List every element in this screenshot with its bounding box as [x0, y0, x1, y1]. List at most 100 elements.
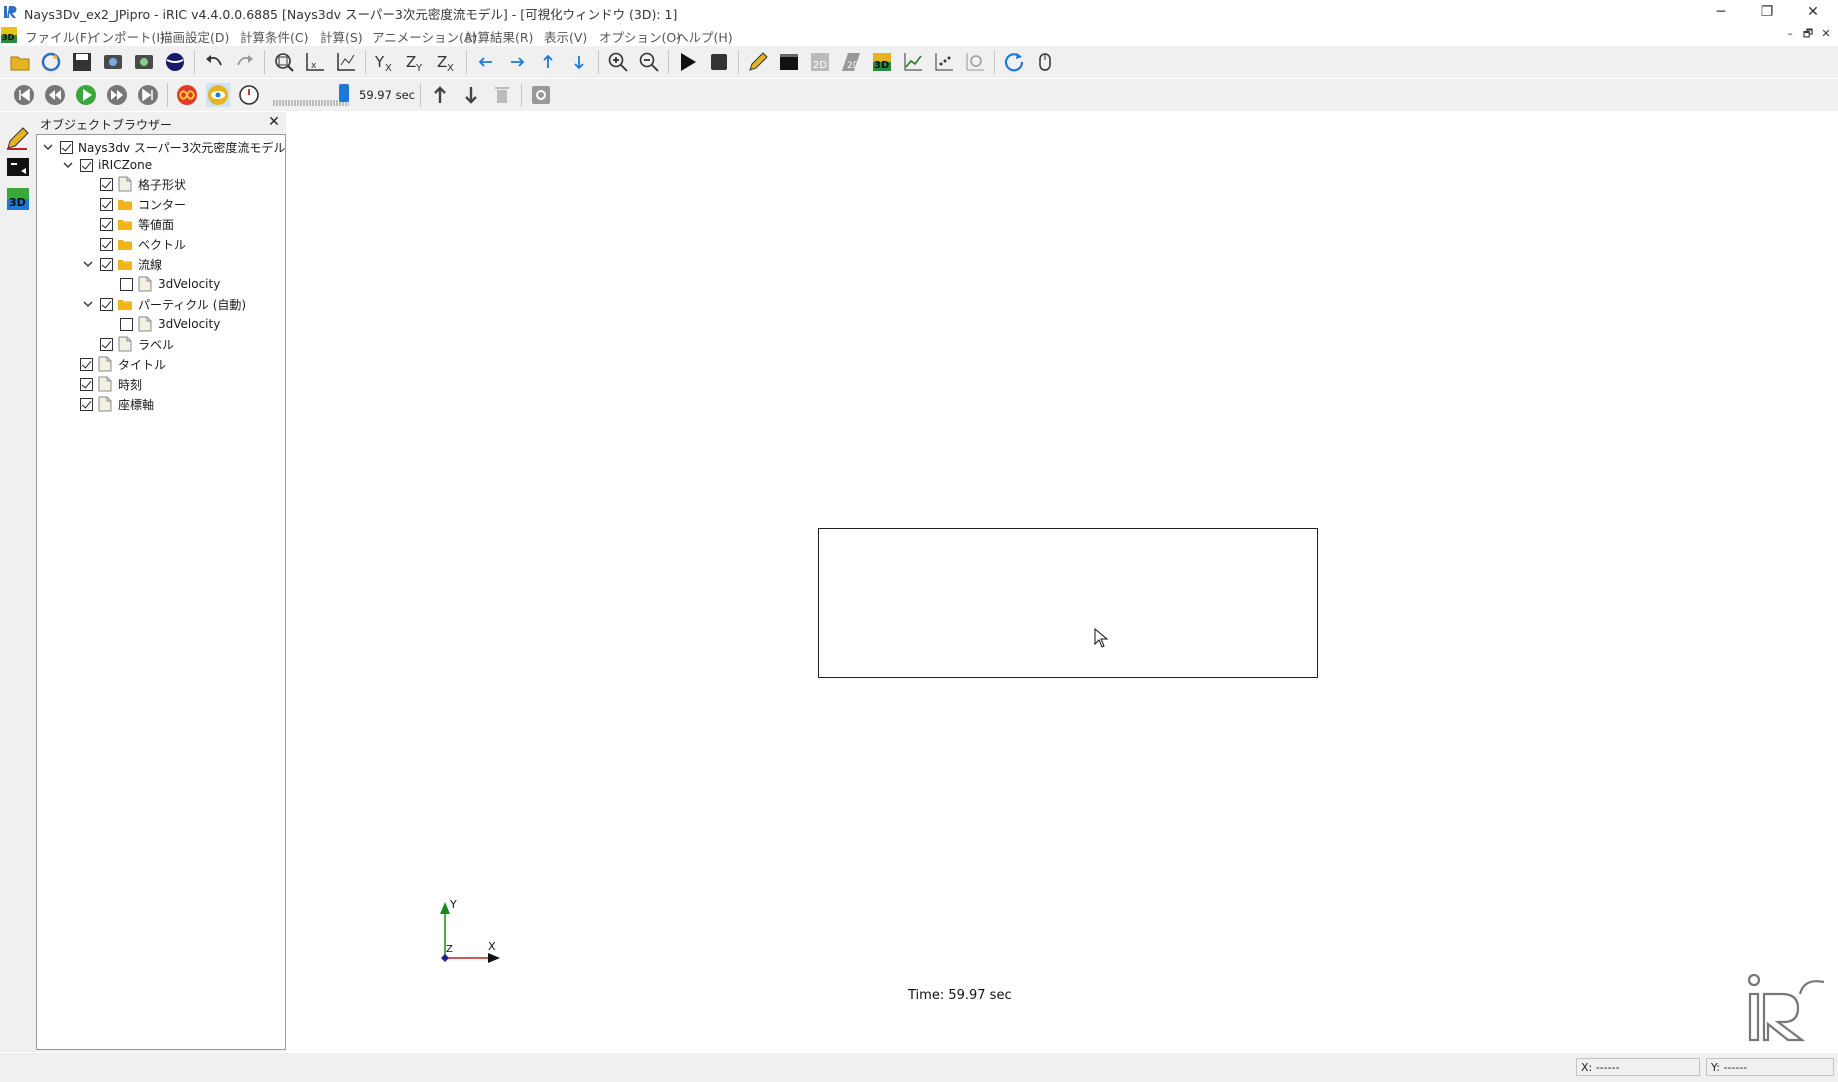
zoom-out-icon[interactable] [637, 50, 661, 74]
move-item-down-icon[interactable] [459, 83, 483, 107]
tree-item[interactable]: 流線 [81, 254, 162, 274]
object-browser-title: オブジェクトブラウザー [40, 118, 173, 132]
run-icon[interactable] [676, 50, 700, 74]
chevron-down-icon[interactable] [41, 140, 55, 154]
zoom-x-axis-icon[interactable]: x [303, 50, 327, 74]
mdi-close-button[interactable]: ✕ [1818, 27, 1834, 41]
tree-checkbox[interactable] [100, 237, 113, 251]
properties-gear-icon[interactable] [529, 83, 553, 107]
fit-view-icon[interactable] [272, 50, 296, 74]
console-dock-icon[interactable] [5, 155, 31, 184]
view-zy-icon[interactable]: ZY [404, 50, 428, 74]
menu-view[interactable]: 表示(V) [544, 27, 587, 46]
chevron-down-icon[interactable] [81, 297, 95, 311]
graph-window-icon[interactable] [901, 50, 925, 74]
tree-checkbox[interactable] [120, 277, 133, 291]
time-slider-thumb[interactable] [338, 84, 349, 102]
restore-button[interactable]: ❐ [1744, 0, 1790, 24]
stop-icon[interactable] [707, 50, 731, 74]
tree-checkbox[interactable] [80, 377, 93, 391]
tree-item[interactable]: タイトル [61, 354, 166, 374]
tree-item[interactable]: ラベル [81, 334, 174, 354]
console-window-icon[interactable] [777, 50, 801, 74]
tree-item-label: ラベル [138, 337, 175, 352]
step-backward-icon[interactable] [43, 83, 67, 107]
move-right-icon[interactable] [505, 50, 529, 74]
tree-checkbox[interactable] [100, 197, 113, 211]
tree-checkbox[interactable] [80, 158, 93, 172]
menu-file[interactable]: ファイル(F) [25, 27, 92, 46]
redo-icon[interactable] [233, 50, 257, 74]
menu-calc-results[interactable]: 計算結果(R) [465, 27, 533, 46]
object-browser-close-button[interactable]: ✕ [266, 114, 282, 130]
menu-import[interactable]: インポート(I) [89, 27, 165, 46]
scatter-chart-icon[interactable] [932, 50, 956, 74]
tree-item[interactable]: Nays3dv スーパー3次元密度流モデル Gr... [41, 137, 314, 157]
loop-icon[interactable] [175, 83, 199, 107]
menu-calc-conditions[interactable]: 計算条件(C) [240, 27, 308, 46]
tree-item[interactable]: 時刻 [61, 374, 142, 394]
pencil-edit-icon[interactable] [746, 50, 770, 74]
undo-icon[interactable] [202, 50, 226, 74]
menu-options[interactable]: オプション(O) [599, 27, 681, 46]
move-down-icon[interactable] [567, 50, 591, 74]
move-up-icon[interactable] [536, 50, 560, 74]
step-forward-icon[interactable] [105, 83, 129, 107]
timer-icon[interactable] [237, 83, 261, 107]
tree-item[interactable]: コンター [81, 194, 186, 214]
tree-item[interactable]: 3dVelocity [101, 274, 220, 294]
menu-animation[interactable]: アニメーション(A) [372, 27, 477, 46]
close-button[interactable]: ✕ [1790, 0, 1836, 24]
zoom-in-icon[interactable] [606, 50, 630, 74]
tree-checkbox[interactable] [100, 297, 113, 311]
menu-help[interactable]: ヘルプ(H) [676, 27, 733, 46]
tree-checkbox[interactable] [120, 317, 133, 331]
tree-item[interactable]: 座標軸 [61, 394, 154, 414]
menu-calculation[interactable]: 計算(S) [320, 27, 363, 46]
chevron-down-icon[interactable] [81, 257, 95, 271]
view-yx-icon[interactable]: YX [373, 50, 397, 74]
reload-file-icon[interactable] [39, 50, 63, 74]
view-zx-icon[interactable]: ZX [435, 50, 459, 74]
google-earth-icon[interactable] [163, 50, 187, 74]
open-folder-icon[interactable] [8, 50, 32, 74]
minimize-button[interactable]: ─ [1698, 0, 1744, 24]
tree-checkbox[interactable] [80, 397, 93, 411]
move-item-up-icon[interactable] [428, 83, 452, 107]
3d-window-icon[interactable]: 3D [870, 50, 894, 74]
save-icon[interactable] [70, 50, 94, 74]
tree-checkbox[interactable] [100, 337, 113, 351]
tree-item[interactable]: 3dVelocity [101, 314, 220, 334]
first-step-icon[interactable] [12, 83, 36, 107]
continuous-snapshot-icon[interactable] [132, 50, 156, 74]
move-left-icon[interactable] [474, 50, 498, 74]
3d-dock-icon[interactable]: 3D [5, 186, 31, 215]
snapshot-icon[interactable] [101, 50, 125, 74]
mdi-minimize-button[interactable]: – [1782, 27, 1798, 41]
play-icon[interactable] [74, 83, 98, 107]
mouse-help-icon[interactable] [1033, 50, 1057, 74]
mdi-restore-button[interactable]: 🗗 [1800, 27, 1816, 41]
follow-view-icon[interactable] [206, 83, 230, 107]
menu-draw-settings[interactable]: 描画設定(D) [160, 27, 229, 46]
edit-pencil-dock-icon[interactable] [5, 125, 31, 154]
refresh-icon[interactable] [1002, 50, 1026, 74]
tree-item[interactable]: 格子形状 [81, 174, 186, 194]
zoom-axes-icon[interactable] [334, 50, 358, 74]
tree-item[interactable]: パーティクル (自動) [81, 294, 246, 314]
tree-item[interactable]: ベクトル [81, 234, 186, 254]
2d-view-icon[interactable]: 2D [808, 50, 832, 74]
tree-item[interactable]: 等値面 [81, 214, 174, 234]
chevron-down-icon[interactable] [61, 158, 75, 172]
tree-checkbox[interactable] [60, 140, 73, 154]
last-step-icon[interactable] [136, 83, 160, 107]
tree-item[interactable]: iRICZone [61, 155, 152, 175]
time-slider-track[interactable] [273, 96, 350, 106]
2d-bird-view-icon[interactable]: 2D [839, 50, 863, 74]
delete-icon[interactable] [490, 83, 514, 107]
tree-checkbox[interactable] [100, 177, 113, 191]
chart-zoom-icon[interactable] [963, 50, 987, 74]
tree-checkbox[interactable] [80, 357, 93, 371]
tree-checkbox[interactable] [100, 217, 113, 231]
tree-checkbox[interactable] [100, 257, 113, 271]
